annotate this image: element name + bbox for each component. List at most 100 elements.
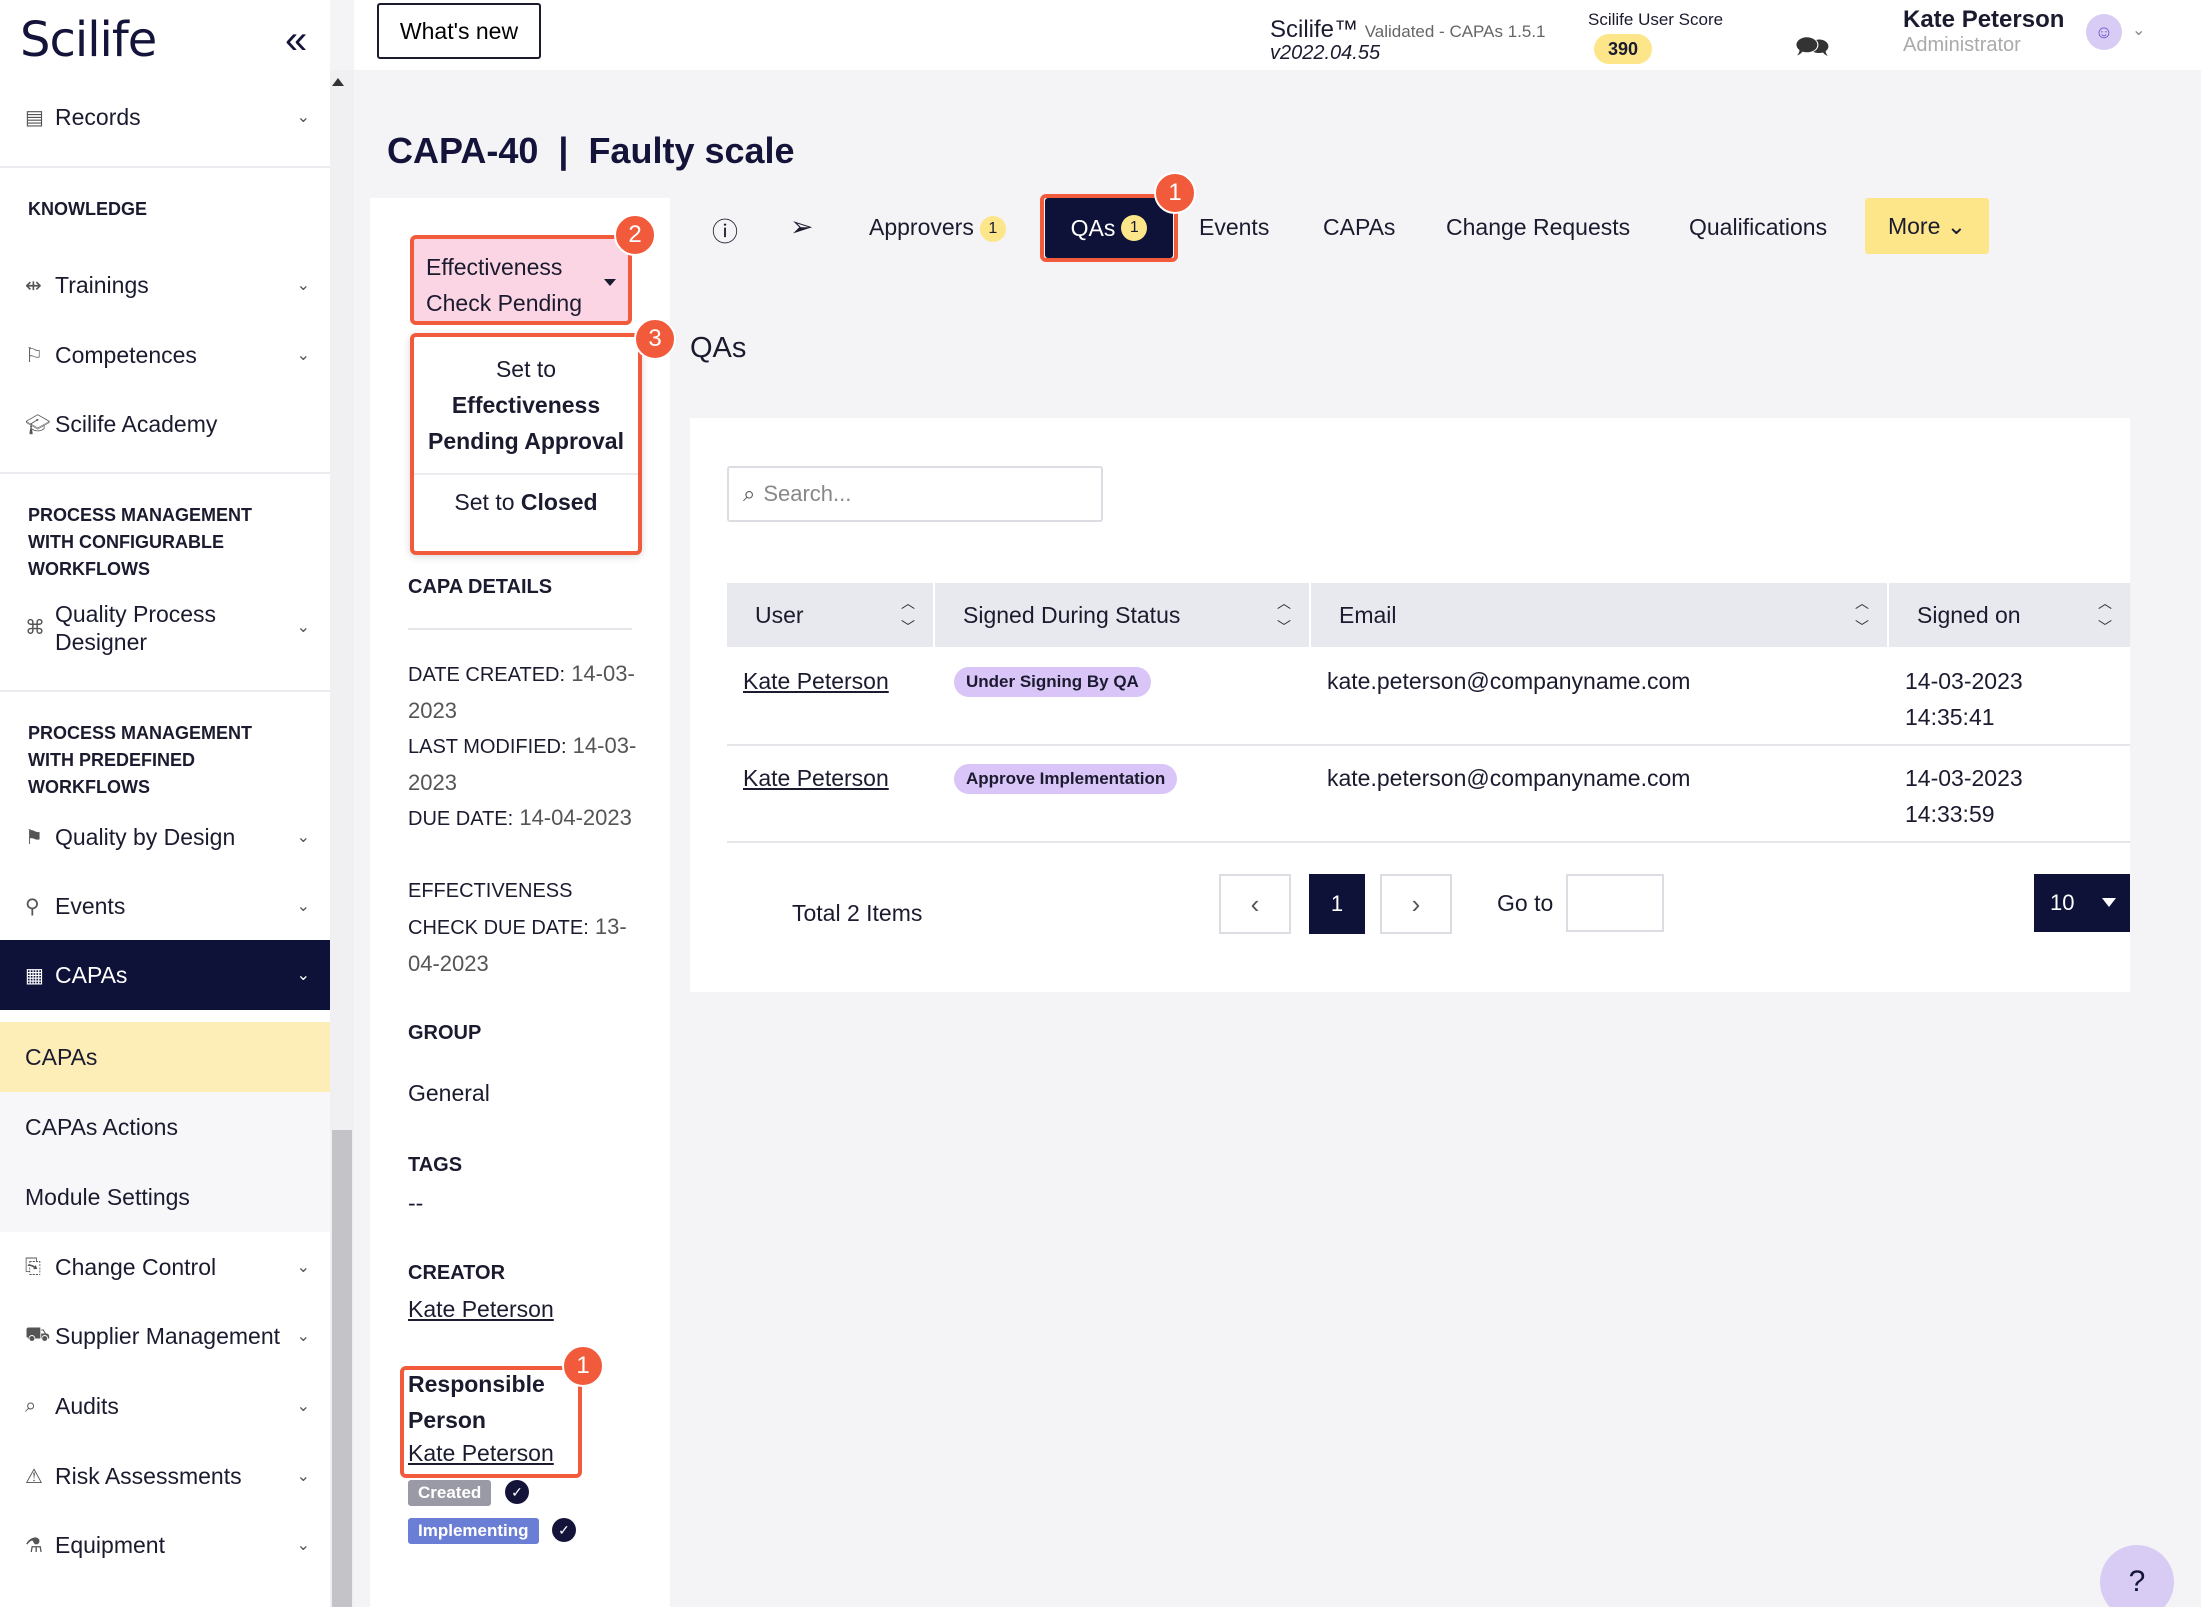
qas-count: 1	[1121, 215, 1148, 241]
more-button[interactable]: More ⌄	[1865, 198, 1989, 254]
approvers-count: 1	[979, 215, 1006, 242]
chevron-down-icon: ⌄	[1946, 212, 1967, 239]
tab-change-requests[interactable]: Change Requests	[1446, 214, 1630, 241]
validated-label: Validated - CAPAs 1.5.1	[1364, 22, 1546, 41]
chevron-down-icon: ⌄	[296, 347, 310, 364]
sidebar-item-risk[interactable]: ⚠ Risk Assessments ⌄	[0, 1441, 330, 1511]
scroll-up-icon[interactable]	[332, 78, 344, 86]
tab-qualifications[interactable]: Qualifications	[1689, 214, 1827, 241]
sort-icon[interactable]: ︿ ﹀	[1277, 591, 1291, 639]
sort-icon[interactable]: ︿ ﹀	[901, 591, 915, 639]
chevron-down-icon: ⌄	[296, 898, 310, 915]
info-icon[interactable]: ⓘ	[712, 212, 738, 249]
divider	[0, 166, 330, 168]
cursor-icon[interactable]: ➢	[790, 210, 813, 243]
section-knowledge: KNOWLEDGE	[28, 199, 147, 219]
feedback-icon[interactable]: 🗪︎	[1795, 26, 1830, 74]
graduation-cap-icon: 🎓︎	[25, 413, 51, 436]
responsible-link[interactable]: Kate Peterson	[408, 1440, 554, 1467]
tags-value: --	[408, 1190, 424, 1216]
status-menu: Set to Effectiveness Pending Approval Se…	[410, 333, 642, 555]
tab-approvers[interactable]: Approvers 1	[869, 214, 1006, 242]
score-label: Scilife User Score	[1588, 10, 1724, 29]
table-row: Kate Peterson Under Signing By QA kate.p…	[727, 647, 2130, 745]
chevron-left-icon: ‹	[1250, 888, 1260, 919]
sidebar-item-change-control[interactable]: ⎘ Change Control ⌄	[0, 1232, 330, 1302]
sidebar-item-qpd[interactable]: ⌘ Quality Process Designer ⌄	[0, 594, 330, 662]
check-icon: ✓	[505, 1480, 529, 1504]
sidebar-item-trainings[interactable]: ⇹ Trainings ⌄	[0, 250, 330, 320]
column-header-user[interactable]: User ︿ ﹀	[727, 583, 935, 647]
sidebar-subitem-capas-actions[interactable]: CAPAs Actions	[0, 1092, 330, 1162]
section-title: QAs	[690, 332, 747, 364]
page-title: CAPA-40 | Faulty scale	[387, 130, 795, 171]
goto-input[interactable]	[1566, 874, 1664, 932]
chevron-down-icon[interactable]: ⌄	[2132, 20, 2145, 40]
sort-icon[interactable]: ︿ ﹀	[2098, 591, 2112, 639]
version: v2022.04.55	[1270, 42, 1381, 64]
warning-icon: ⚠	[25, 1465, 43, 1488]
sidebar-item-audits[interactable]: ⌕ Audits ⌄	[0, 1371, 330, 1441]
sidebar-subitem-capas[interactable]: CAPAs	[0, 1022, 330, 1092]
user-link[interactable]: Kate Peterson	[743, 663, 889, 699]
flask-icon: ⚗	[25, 1534, 43, 1557]
sidebar-item-competences[interactable]: ⚐ Competences ⌄	[0, 320, 330, 390]
tab-events[interactable]: Events	[1199, 214, 1269, 241]
menu-item-closed[interactable]: Set to Closed	[414, 475, 638, 529]
capas-icon: ▦	[25, 964, 44, 987]
callout-badge: 2	[614, 214, 656, 256]
prev-page-button[interactable]: ‹	[1219, 874, 1291, 934]
pin-icon: ⚲	[25, 895, 40, 918]
caret-down-icon	[604, 279, 616, 286]
change-control-icon: ⎘	[25, 1255, 41, 1278]
search-box[interactable]: ⌕	[727, 466, 1103, 522]
tab-qas[interactable]: QAs 1	[1045, 198, 1173, 258]
records-icon: ▤	[25, 106, 44, 129]
date-created: DATE CREATED: 14-03-2023	[408, 661, 635, 723]
whats-new-button[interactable]: What's new	[377, 3, 541, 59]
help-icon[interactable]: ?	[2100, 1545, 2174, 1607]
divider	[0, 472, 330, 474]
tags-label: TAGS	[408, 1154, 463, 1176]
page-size-select[interactable]: 10	[2034, 874, 2130, 932]
chevron-down-icon: ⌄	[296, 619, 310, 636]
app-logo: Scilife	[20, 12, 157, 68]
sidebar-item-records[interactable]: ▤ Records ⌄	[0, 82, 330, 152]
page-button-current[interactable]: 1	[1309, 874, 1365, 934]
status-dropdown[interactable]: Effectiveness Check Pending	[410, 235, 632, 325]
chevron-down-icon: ⌄	[296, 1328, 310, 1345]
status-pill: Under Signing By QA	[954, 667, 1151, 697]
scrollbar-thumb[interactable]	[332, 1130, 352, 1607]
sidebar-item-equipment[interactable]: ⚗ Equipment ⌄	[0, 1510, 330, 1580]
sidebar-item-capas[interactable]: ▦ CAPAs ⌄	[0, 940, 330, 1010]
group-value: General	[408, 1080, 490, 1106]
competences-icon: ⚐	[25, 344, 43, 367]
sidebar-item-supplier[interactable]: ⛟ Supplier Management ⌄	[0, 1301, 330, 1371]
avatar[interactable]: ☺	[2086, 14, 2122, 50]
section-predefined: PROCESS MANAGEMENT WITH PREDEFINED WORKF…	[28, 723, 253, 797]
signed-time: 14:33:59	[1905, 801, 1995, 827]
column-header-email[interactable]: Email ︿ ﹀	[1311, 583, 1889, 647]
sidebar-item-events[interactable]: ⚲ Events ⌄	[0, 871, 330, 941]
tab-capas[interactable]: CAPAs	[1323, 214, 1395, 241]
column-header-status[interactable]: Signed During Status ︿ ﹀	[935, 583, 1311, 647]
menu-item-effectiveness-pending-approval[interactable]: Set to Effectiveness Pending Approval	[414, 337, 638, 475]
chevron-down-icon: ⌄	[296, 829, 310, 846]
status-pill: Approve Implementation	[954, 764, 1178, 794]
chevron-right-icon: ›	[1411, 888, 1421, 919]
sidebar-item-academy[interactable]: 🎓︎ Scilife Academy	[0, 389, 330, 459]
search-input[interactable]	[763, 481, 1084, 507]
sidebar-item-qbd[interactable]: ⚑ Quality by Design ⌄	[0, 802, 330, 872]
check-icon: ✓	[552, 1518, 576, 1542]
audit-icon: ⌕	[25, 1394, 37, 1417]
next-page-button[interactable]: ›	[1380, 874, 1452, 934]
sidebar-subitem-module-settings[interactable]: Module Settings	[0, 1162, 330, 1232]
creator-link[interactable]: Kate Peterson	[408, 1296, 554, 1323]
caret-down-icon	[2102, 898, 2116, 907]
sort-icon[interactable]: ︿ ﹀	[1855, 591, 1869, 639]
collapse-sidebar-icon[interactable]: «	[285, 18, 307, 63]
user-link[interactable]: Kate Peterson	[743, 760, 889, 796]
table-row: Kate Peterson Approve Implementation kat…	[727, 746, 2130, 842]
column-header-signed-on[interactable]: Signed on ︿ ﹀	[1889, 583, 2130, 647]
user-name[interactable]: Kate Peterson	[1903, 6, 2064, 34]
